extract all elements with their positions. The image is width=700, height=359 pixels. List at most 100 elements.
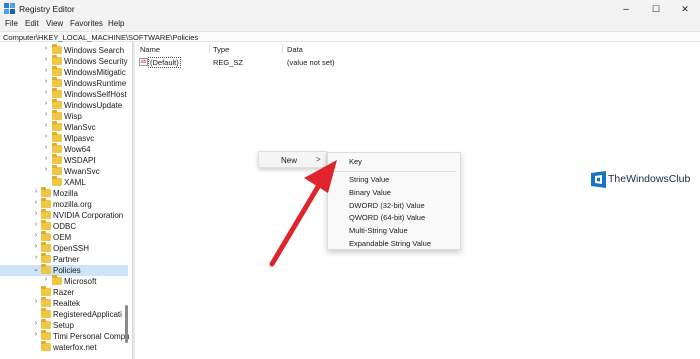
tree-item-windows-security[interactable]: › Windows Security: [0, 55, 128, 67]
tree-item-wlansvc[interactable]: › WlanSvc: [0, 121, 128, 133]
expand-chevron-icon[interactable]: ›: [42, 100, 50, 107]
expand-chevron-icon[interactable]: ›: [42, 122, 50, 129]
expand-chevron-icon[interactable]: ›: [42, 89, 50, 96]
tree-item-label: OpenSSH: [53, 244, 90, 253]
expand-chevron-icon[interactable]: ›: [42, 166, 50, 173]
close-button[interactable]: ✕: [670, 0, 700, 18]
context-menu-new[interactable]: New >: [258, 151, 327, 168]
expand-chevron-icon[interactable]: ›: [42, 111, 50, 118]
new-menu-item[interactable]: New: [281, 156, 297, 165]
column-divider[interactable]: [282, 44, 283, 53]
tree-item-windows-search[interactable]: › Windows Search: [0, 44, 128, 56]
expand-chevron-icon[interactable]: ›: [32, 199, 40, 206]
tree-item-xaml[interactable]: XAML: [0, 176, 128, 188]
window-title: Registry Editor: [19, 4, 75, 14]
folder-icon: [41, 220, 51, 230]
submenu-item-multi-string-value[interactable]: Multi-String Value: [349, 226, 408, 235]
expand-chevron-icon[interactable]: ›: [32, 221, 40, 228]
thewindowsclub-watermark: TheWindowsClub: [591, 171, 695, 188]
expand-chevron-icon[interactable]: ›: [42, 45, 50, 52]
column-header-name[interactable]: Name: [140, 45, 160, 54]
expand-chevron-icon[interactable]: ›: [42, 67, 50, 74]
tree-item-label: WindowsRuntime: [64, 79, 127, 88]
folder-icon: [41, 231, 51, 241]
submenu-item-key[interactable]: Key: [349, 157, 362, 166]
folder-icon: [41, 319, 51, 329]
tree-item-mozilla-org[interactable]: › mozilla.org: [0, 198, 128, 210]
tree-item-policies[interactable]: ⌄ Policies: [0, 264, 128, 276]
menu-edit[interactable]: Edit: [25, 19, 39, 28]
value-name-default[interactable]: (Default): [148, 57, 181, 68]
expand-chevron-icon[interactable]: ›: [32, 331, 40, 338]
column-header-data[interactable]: Data: [287, 45, 303, 54]
expand-chevron-icon[interactable]: ›: [42, 155, 50, 162]
maximize-button[interactable]: ☐: [641, 0, 671, 18]
submenu-item-binary-value[interactable]: Binary Value: [349, 188, 391, 197]
expand-chevron-icon[interactable]: ›: [32, 243, 40, 250]
tree-item-label: Policies: [53, 266, 81, 275]
expand-chevron-icon[interactable]: ›: [32, 188, 40, 195]
tree-item-windowsruntime[interactable]: › WindowsRuntime: [0, 77, 128, 89]
submenu-item-qword-value[interactable]: QWORD (64-bit) Value: [349, 213, 425, 222]
expand-chevron-icon[interactable]: ›: [32, 320, 40, 327]
tree-item-label: mozilla.org: [53, 200, 92, 209]
tree-item-label: WindowsMitigatic: [64, 68, 126, 77]
tree-item-razer[interactable]: Razer: [0, 286, 128, 298]
tree-item-wlpasvc[interactable]: › Wlpasvc: [0, 132, 128, 144]
title-bar: Registry Editor – ☐ ✕: [0, 0, 700, 18]
address-path[interactable]: Computer\HKEY_LOCAL_MACHINE\SOFTWARE\Pol…: [3, 33, 198, 42]
tree-item-realtek[interactable]: › Realtek: [0, 297, 128, 309]
tree-item-microsoft[interactable]: › Microsoft: [0, 275, 128, 287]
submenu-item-string-value[interactable]: String Value: [349, 175, 389, 184]
tree-item-timi-personal-computing[interactable]: › Timi Personal Compu: [0, 330, 130, 342]
expand-chevron-icon[interactable]: ›: [42, 144, 50, 151]
expand-chevron-icon[interactable]: ›: [32, 210, 40, 217]
tree-item-waterfox-net[interactable]: waterfox.net: [0, 341, 128, 353]
menu-favorites[interactable]: Favorites: [70, 19, 103, 28]
tree-scrollbar[interactable]: [125, 305, 128, 343]
tree-item-wsdapi[interactable]: › WSDAPI: [0, 154, 128, 166]
tree-item-label: waterfox.net: [53, 343, 97, 352]
tree-item-setup[interactable]: › Setup: [0, 319, 128, 331]
tree-item-partner[interactable]: › Partner: [0, 253, 128, 265]
menu-file[interactable]: File: [5, 19, 18, 28]
registry-editor-icon: [4, 3, 15, 14]
tree-item-label: Setup: [53, 321, 74, 330]
folder-icon: [52, 165, 62, 175]
expand-chevron-icon[interactable]: ›: [32, 232, 40, 239]
tree-item-windowsupdate[interactable]: › WindowsUpdate: [0, 99, 128, 111]
address-bar[interactable]: Computer\HKEY_LOCAL_MACHINE\SOFTWARE\Pol…: [0, 31, 700, 42]
tree-item-wwansvc[interactable]: › WwanSvc: [0, 165, 128, 177]
tree-item-label: Wlpasvc: [64, 134, 95, 143]
column-header-type[interactable]: Type: [213, 45, 229, 54]
tree-item-label: NVIDIA Corporation: [53, 211, 124, 220]
menu-view[interactable]: View: [46, 19, 63, 28]
tree-item-oem[interactable]: › OEM: [0, 231, 128, 243]
key-tree[interactable]: › Windows Search › Windows Security › Windo…: [0, 42, 133, 359]
folder-icon: [41, 297, 51, 307]
tree-item-wisp[interactable]: › Wisp: [0, 110, 128, 122]
submenu-item-expandable-string-value[interactable]: Expandable String Value: [349, 239, 431, 248]
expand-chevron-icon[interactable]: ›: [42, 276, 50, 283]
menu-separator: [334, 171, 456, 172]
tree-item-nvidia-corporation[interactable]: › NVIDIA Corporation: [0, 209, 128, 221]
column-divider[interactable]: [209, 44, 210, 53]
tree-item-label: Wow64: [64, 145, 91, 154]
expand-chevron-icon[interactable]: ›: [32, 254, 40, 261]
minimize-button[interactable]: –: [611, 0, 641, 18]
tree-item-mozilla[interactable]: › Mozilla: [0, 187, 128, 199]
tree-item-windowsselfhost[interactable]: › WindowsSelfHost: [0, 88, 128, 100]
tree-item-registeredapplications[interactable]: RegisteredApplicati: [0, 308, 128, 320]
expand-chevron-icon[interactable]: ›: [32, 298, 40, 305]
tree-item-windowsmitigation[interactable]: › WindowsMitigatic: [0, 66, 128, 78]
expand-chevron-icon[interactable]: ›: [42, 133, 50, 140]
tree-item-wow64[interactable]: › Wow64: [0, 143, 128, 155]
submenu-item-dword-value[interactable]: DWORD (32-bit) Value: [349, 201, 425, 210]
tree-item-odbc[interactable]: › ODBC: [0, 220, 128, 232]
expand-chevron-icon[interactable]: ›: [42, 56, 50, 63]
menu-help[interactable]: Help: [108, 19, 124, 28]
expand-chevron-icon[interactable]: ›: [42, 78, 50, 85]
collapse-chevron-icon[interactable]: ⌄: [32, 265, 40, 273]
tree-item-openssh[interactable]: › OpenSSH: [0, 242, 128, 254]
tree-item-label: OEM: [53, 233, 72, 242]
